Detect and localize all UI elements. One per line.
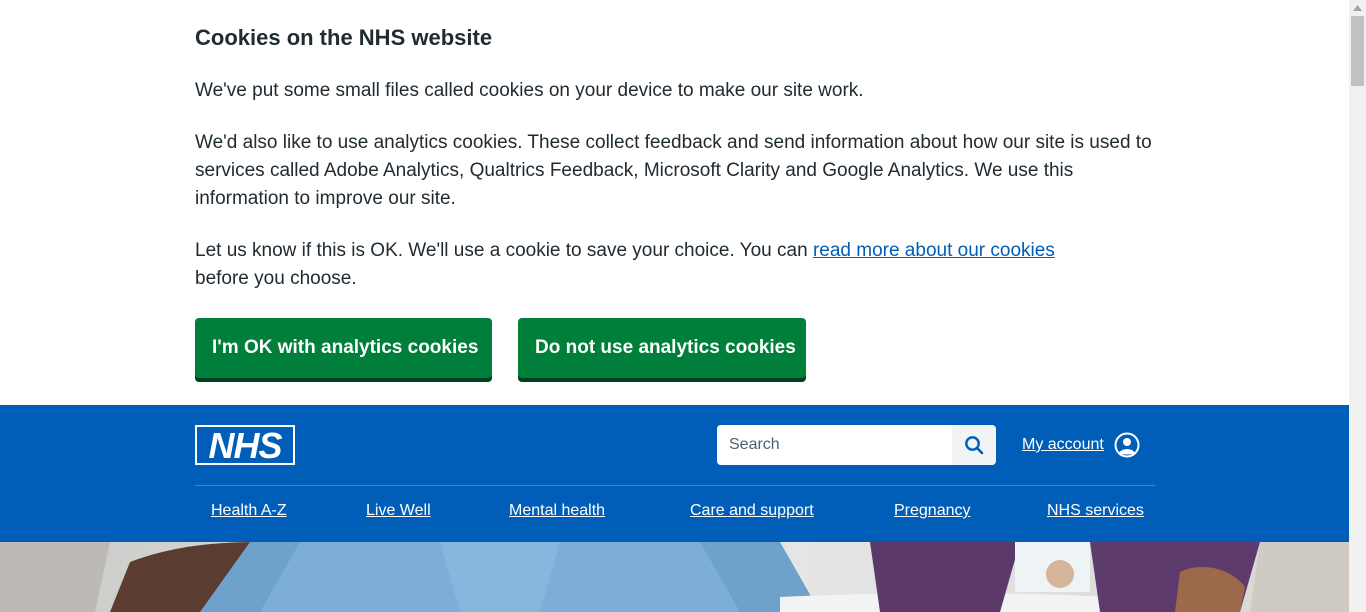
hero-image <box>0 542 1349 612</box>
user-circle-icon <box>1114 432 1140 458</box>
my-account-link[interactable]: My account <box>1022 432 1140 458</box>
nav-mental-health[interactable]: Mental health <box>509 502 605 520</box>
cookie-banner-title: Cookies on the NHS website <box>195 25 493 50</box>
site-header: NHS My account Health A-Z Live Well Ment… <box>0 405 1349 542</box>
search-input[interactable] <box>717 425 952 465</box>
my-account-label: My account <box>1022 436 1104 453</box>
nhs-logo-text: NHS <box>208 425 282 465</box>
cookie-banner: Cookies on the NHS website We've put som… <box>0 0 1349 405</box>
page-scrollbar[interactable] <box>1349 0 1366 612</box>
cookie-choice-text-after: before you choose. <box>195 268 357 289</box>
cookie-intro-text: We've put some small files called cookie… <box>195 80 864 101</box>
reject-analytics-cookies-button[interactable]: Do not use analytics cookies <box>518 318 806 378</box>
nav-nhs-services[interactable]: NHS services <box>1047 502 1144 520</box>
nav-health-a-z[interactable]: Health A-Z <box>211 502 287 520</box>
read-more-cookies-link[interactable]: read more about our cookies <box>813 240 1055 261</box>
nhs-logo[interactable]: NHS <box>195 425 295 465</box>
nav-pregnancy[interactable]: Pregnancy <box>894 502 971 520</box>
search-icon <box>965 436 984 455</box>
cookie-choice-text-before: Let us know if this is OK. We'll use a c… <box>195 240 813 261</box>
scrollbar-thumb[interactable] <box>1351 16 1364 86</box>
cookie-choice-text: Let us know if this is OK. We'll use a c… <box>195 237 1155 293</box>
nav-live-well[interactable]: Live Well <box>366 502 431 520</box>
accept-analytics-cookies-button[interactable]: I'm OK with analytics cookies <box>195 318 492 378</box>
header-divider <box>195 485 1155 486</box>
cookie-analytics-text: We'd also like to use analytics cookies.… <box>195 132 1152 209</box>
search-box <box>717 425 996 465</box>
hero-photo <box>0 542 1349 612</box>
primary-navigation: Health A-Z Live Well Mental health Care … <box>195 502 1155 526</box>
search-button[interactable] <box>952 425 996 465</box>
scroll-up-arrow-icon[interactable] <box>1349 0 1366 16</box>
nav-care-and-support[interactable]: Care and support <box>690 502 814 520</box>
nhs-logo-mark: NHS <box>195 425 295 465</box>
